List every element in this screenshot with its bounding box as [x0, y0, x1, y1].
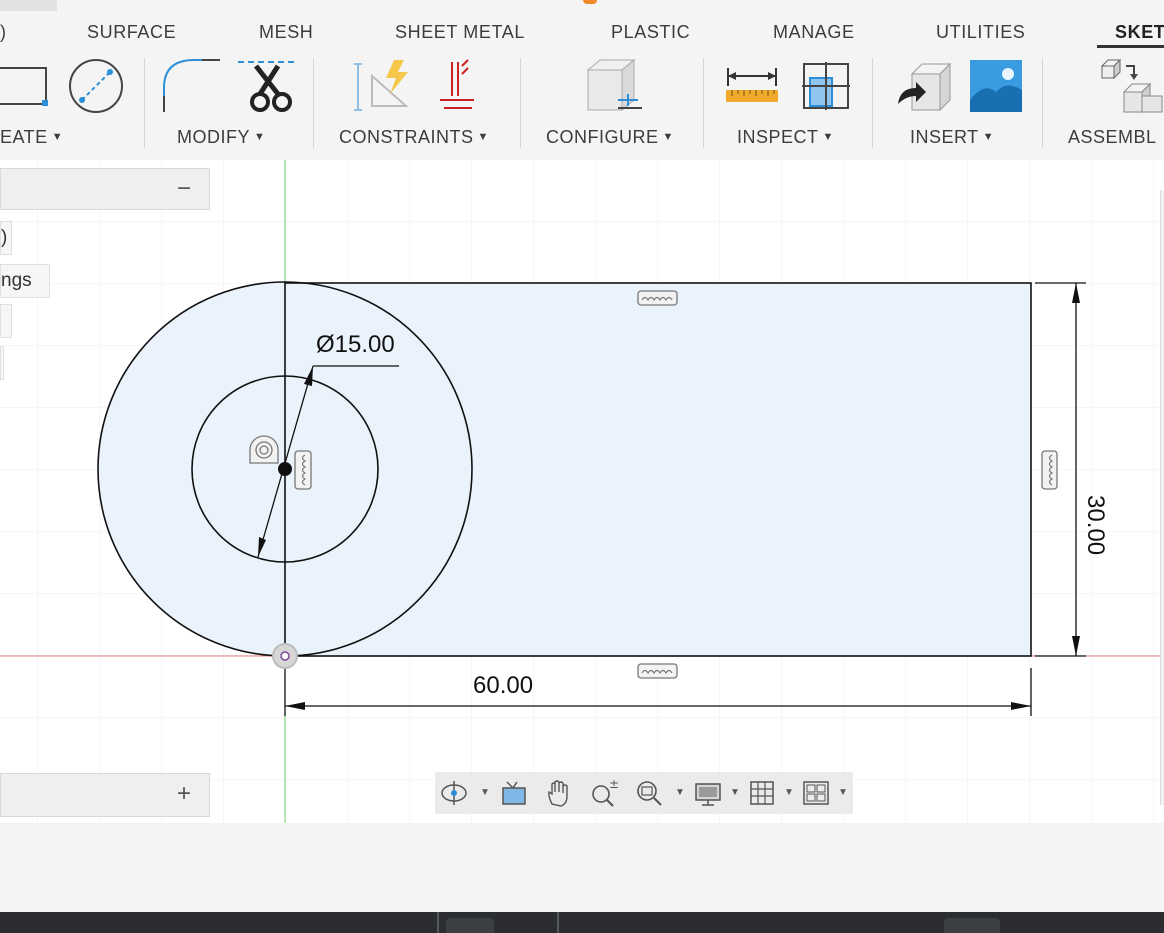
circle-tool-icon[interactable]	[68, 58, 124, 119]
viewports-icon[interactable]	[801, 778, 831, 808]
divider	[1042, 58, 1043, 148]
assemble-menu-label: ASSEMBL	[1068, 127, 1157, 147]
modify-menu-label: MODIFY	[177, 127, 250, 147]
width-dimension-label[interactable]: 60.00	[473, 672, 533, 700]
constraints-menu[interactable]: CONSTRAINTS ▼	[339, 127, 489, 148]
toolbar: ) SURFACE MESH SHEET METAL PLASTIC MANAG…	[0, 0, 1164, 160]
create-menu-label: EATE	[0, 127, 48, 147]
browser-item[interactable]: )	[0, 221, 12, 255]
tab-solid-partial[interactable]: )	[0, 22, 7, 43]
interference-icon[interactable]	[800, 60, 852, 119]
tab-sketch[interactable]: SKET	[1115, 22, 1164, 43]
chevron-down-icon[interactable]: ▼	[675, 787, 685, 798]
collapse-icon[interactable]: −	[177, 175, 191, 203]
tab-sheet-metal[interactable]: SHEET METAL	[395, 22, 525, 43]
expand-icon[interactable]: +	[177, 780, 191, 808]
browser-item-label: )	[1, 227, 8, 248]
fix-constraint-icon[interactable]	[438, 56, 478, 119]
taskbar-button[interactable]	[944, 918, 1000, 933]
browser-header[interactable]: −	[0, 168, 210, 210]
configure-menu[interactable]: CONFIGURE ▼	[546, 127, 674, 148]
height-dimension-label[interactable]: 30.00	[1081, 495, 1109, 555]
chevron-down-icon: ▼	[662, 131, 674, 143]
rectangle-profile[interactable]	[285, 283, 1031, 656]
chevron-down-icon: ▼	[982, 131, 995, 143]
modify-menu[interactable]: MODIFY ▼	[177, 127, 265, 148]
assemble-menu[interactable]: ASSEMBL	[1068, 127, 1157, 148]
create-menu[interactable]: EATE ▼	[0, 127, 63, 148]
diameter-dimension-label[interactable]: Ø15.00	[316, 331, 395, 359]
orange-indicator	[583, 0, 597, 4]
vertical-constraint-icon[interactable]	[294, 450, 312, 490]
browser-item-label: ngs	[1, 270, 32, 291]
navigation-bar: ▼ ± ▼ ▼ ▼ ▼	[435, 772, 853, 814]
divider	[520, 58, 521, 148]
tab-remnant	[0, 0, 57, 11]
divider	[703, 58, 704, 148]
tab-plastic[interactable]: PLASTIC	[611, 22, 690, 43]
measure-ruler-icon[interactable]	[724, 56, 780, 119]
auto-constrain-icon[interactable]	[350, 56, 414, 119]
inspect-menu[interactable]: INSPECT ▼	[737, 127, 834, 148]
tab-utilities[interactable]: UTILITIES	[936, 22, 1025, 43]
pan-hand-icon[interactable]	[543, 778, 573, 808]
configure-table-icon[interactable]	[582, 56, 646, 121]
chevron-down-icon: ▼	[477, 131, 489, 143]
chevron-down-icon[interactable]: ▼	[480, 787, 490, 798]
divider	[313, 58, 314, 148]
insert-menu[interactable]: INSERT ▼	[910, 127, 994, 148]
canvas-image-icon[interactable]	[970, 60, 1022, 117]
tab-manage[interactable]: MANAGE	[773, 22, 855, 43]
horizontal-constraint-icon[interactable]	[637, 663, 678, 679]
browser-item[interactable]	[0, 346, 4, 380]
inspect-menu-label: INSPECT	[737, 127, 819, 147]
chevron-down-icon[interactable]: ▼	[838, 787, 848, 798]
insert-derive-icon[interactable]	[894, 60, 954, 121]
constraints-menu-label: CONSTRAINTS	[339, 127, 474, 147]
zoom-icon[interactable]: ±	[589, 777, 619, 808]
os-taskbar	[0, 912, 1164, 933]
fit-icon[interactable]	[634, 778, 664, 808]
divider	[872, 58, 873, 148]
taskbar-button[interactable]	[446, 918, 494, 933]
chevron-down-icon[interactable]: ▼	[784, 787, 794, 798]
chevron-down-icon[interactable]: ▼	[730, 787, 740, 798]
active-tab-underline	[1097, 45, 1164, 48]
vertical-constraint-icon[interactable]	[1041, 450, 1058, 490]
sketch-palette-edge	[1160, 190, 1164, 805]
configure-menu-label: CONFIGURE	[546, 127, 659, 147]
orbit-icon[interactable]	[439, 778, 469, 808]
insert-menu-label: INSERT	[910, 127, 979, 147]
divider	[557, 912, 559, 933]
new-component-icon[interactable]	[1100, 56, 1164, 119]
center-point[interactable]	[278, 462, 292, 476]
trim-scissors-icon[interactable]	[238, 56, 298, 119]
display-settings-icon[interactable]	[693, 778, 723, 808]
fillet-tool-icon[interactable]	[162, 56, 222, 119]
comments-panel[interactable]: +	[0, 773, 210, 817]
sketch-canvas[interactable]: Ø15.00 60.00 30.00	[0, 160, 1164, 823]
grid-settings-icon[interactable]	[747, 778, 777, 808]
concentric-constraint-icon[interactable]	[249, 435, 279, 464]
divider	[437, 912, 439, 933]
browser-item[interactable]	[0, 304, 12, 338]
tab-surface[interactable]: SURFACE	[87, 22, 176, 43]
tab-mesh[interactable]: MESH	[259, 22, 313, 43]
chevron-down-icon: ▼	[822, 131, 834, 143]
horizontal-constraint-icon[interactable]	[637, 290, 678, 306]
origin-point[interactable]	[280, 651, 290, 661]
svg-text:±: ±	[609, 778, 619, 791]
look-at-icon[interactable]	[499, 778, 529, 808]
rectangle-tool-icon[interactable]	[0, 56, 50, 117]
sketch-drawing[interactable]	[0, 160, 1164, 823]
timeline-area	[0, 823, 1164, 913]
browser-item-settings[interactable]: ngs	[0, 264, 50, 298]
divider	[144, 58, 145, 148]
chevron-down-icon: ▼	[254, 131, 266, 143]
chevron-down-icon: ▼	[51, 131, 64, 143]
